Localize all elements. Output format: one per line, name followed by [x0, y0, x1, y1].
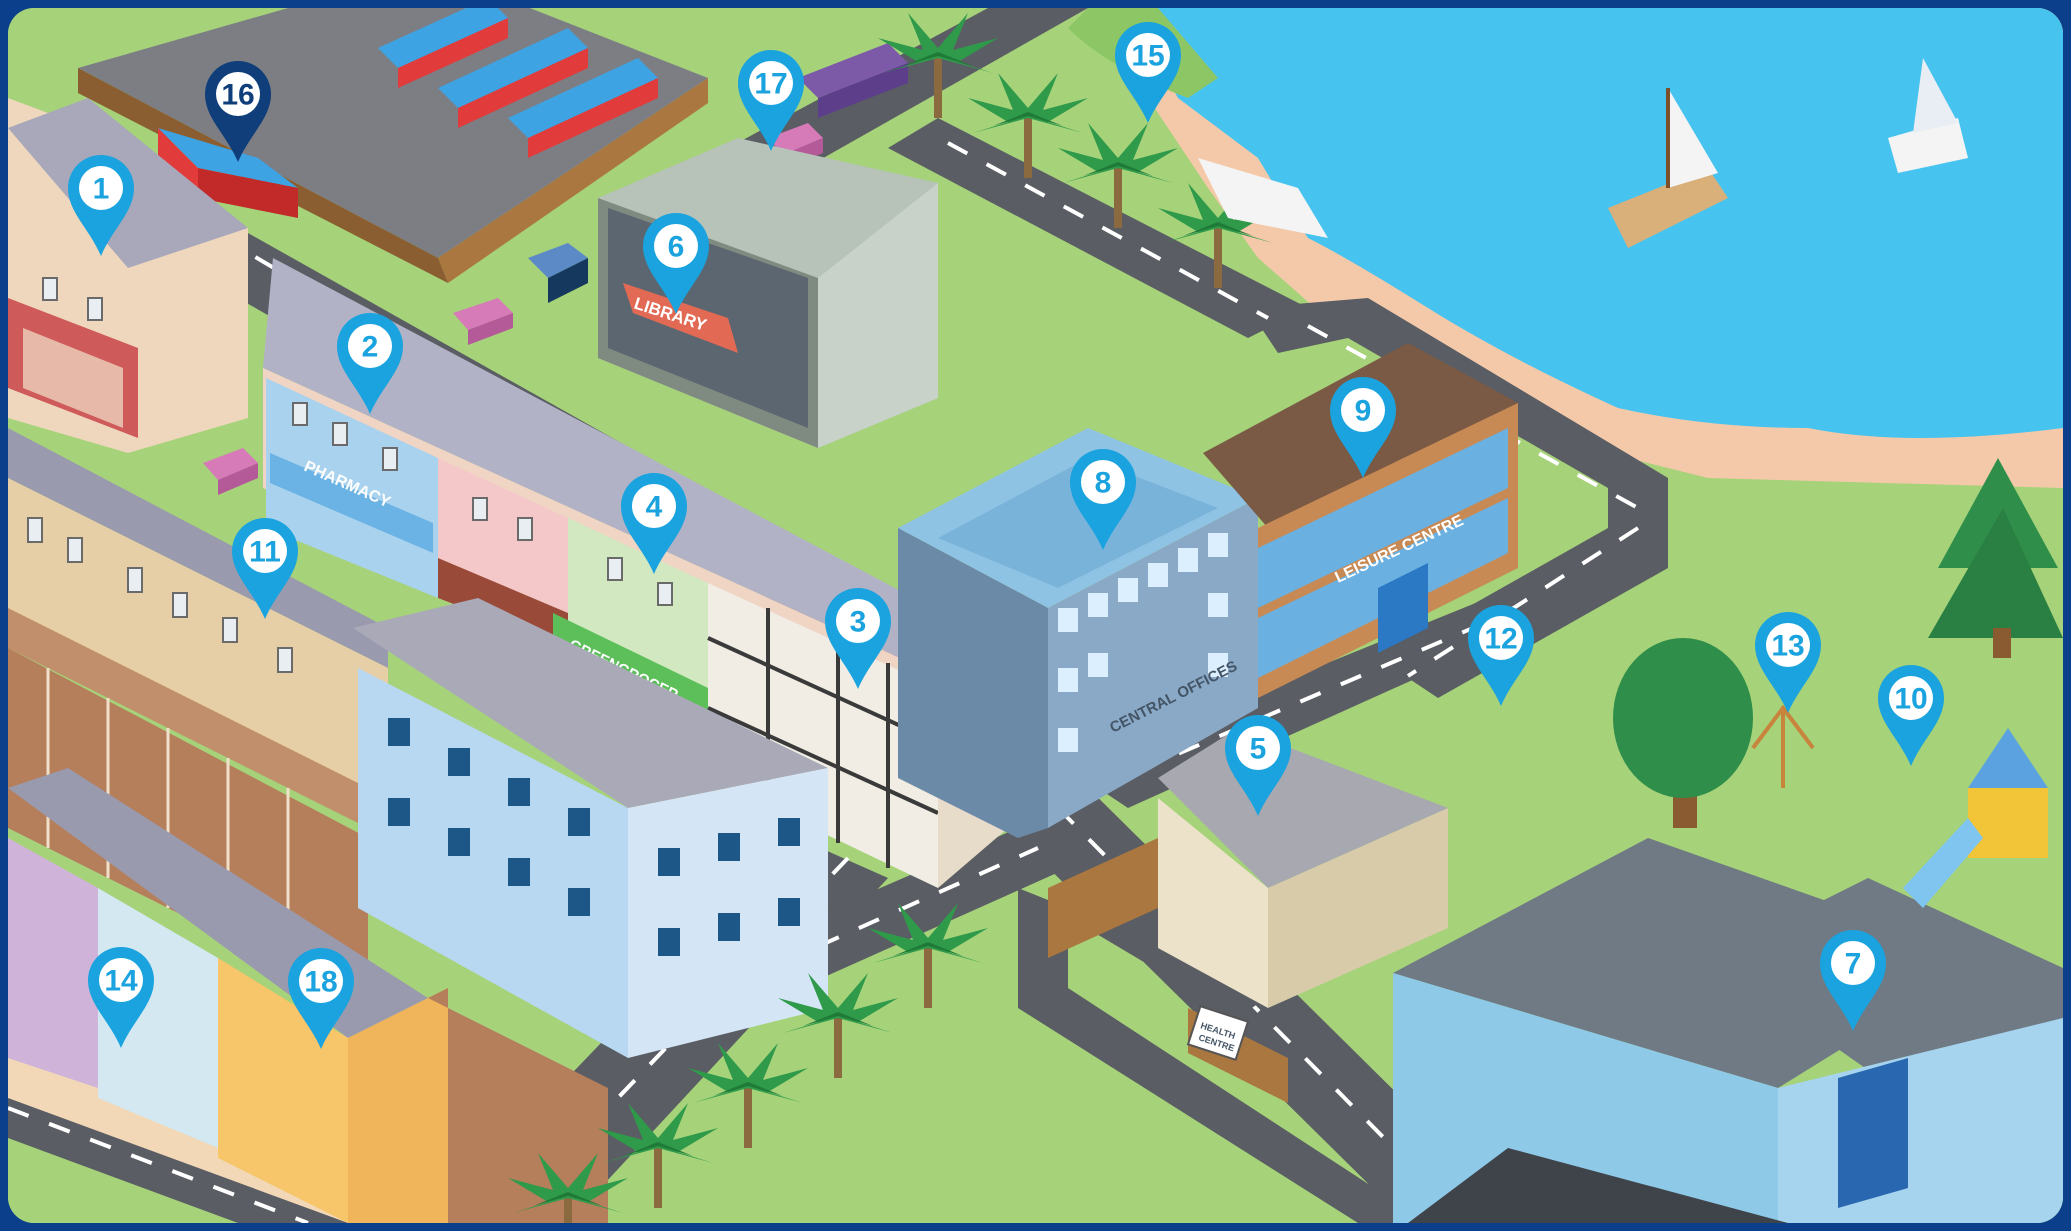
pin-number: 15	[1131, 40, 1164, 73]
pin-number: 10	[1894, 683, 1927, 716]
pin-number: 9	[1355, 395, 1372, 428]
pin-number: 12	[1484, 623, 1517, 656]
pin-number: 2	[362, 331, 379, 364]
pin-number: 1	[93, 173, 110, 206]
pin-number: 8	[1095, 467, 1112, 500]
pin-number: 14	[104, 965, 138, 998]
pin-number: 6	[668, 231, 685, 264]
pin-number: 11	[249, 536, 281, 569]
pin-number: 4	[646, 491, 663, 524]
pin-number: 7	[1845, 948, 1862, 981]
pin-number: 5	[1250, 733, 1267, 766]
pin-number: 18	[304, 966, 337, 999]
town-map: LIBRARY PHARMACY GREENGROCER	[8, 8, 2063, 1223]
pin-number: 3	[850, 606, 867, 639]
pin-number: 16	[221, 79, 254, 112]
map-frame: LIBRARY PHARMACY GREENGROCER	[0, 0, 2071, 1231]
pin-number: 17	[754, 68, 787, 101]
pin-number: 13	[1771, 630, 1804, 663]
